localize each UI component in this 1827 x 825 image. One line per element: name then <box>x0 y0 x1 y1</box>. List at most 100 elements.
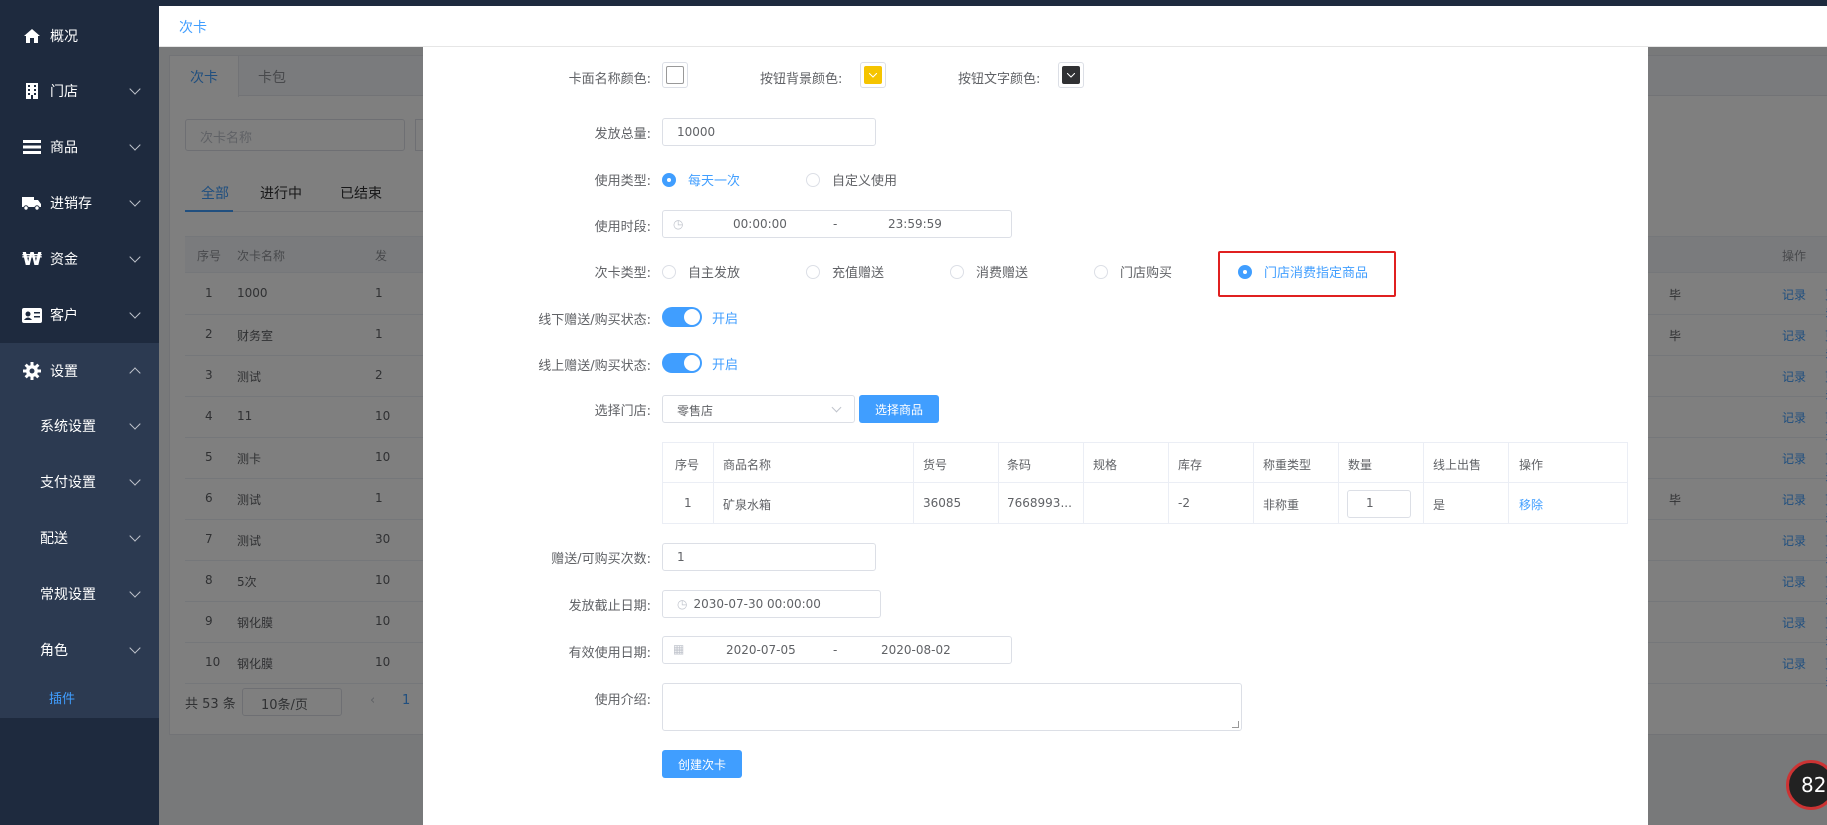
radio-dot <box>806 264 820 279</box>
column-header: 序号 <box>675 458 700 472</box>
total-input[interactable]: 10000 <box>662 118 876 146</box>
sidebar-item-label: 资金 <box>50 252 78 268</box>
offline-status-switch[interactable]: 开启 <box>662 307 738 327</box>
sidebar-item-customers[interactable]: 客户 <box>0 287 159 343</box>
card-name-color-picker[interactable] <box>662 62 688 88</box>
goods-barcode: 7668993... <box>1007 496 1072 510</box>
sidebar-subitem-label: 支付设置 <box>40 475 96 491</box>
card-type-consume-gift-radio[interactable]: 消费赠送 <box>950 262 1028 281</box>
sidebar-plugin-link[interactable]: 插件 <box>49 688 75 707</box>
sidebar-item-label: 商品 <box>50 140 78 156</box>
online-status-switch[interactable]: 开启 <box>662 353 738 373</box>
sidebar-item-goods[interactable]: 商品 <box>0 119 159 175</box>
store-label: 选择门店: <box>594 404 651 419</box>
sidebar-item-settings[interactable]: 设置 <box>0 343 159 399</box>
create-card-button[interactable]: 创建次卡 <box>662 750 742 778</box>
use-period-start: 00:00:00 <box>733 217 787 231</box>
use-period-end: 23:59:59 <box>888 217 942 231</box>
sidebar-item-label: 设置 <box>50 364 78 380</box>
table-divider <box>913 443 914 523</box>
card-name-color-label: 卡面名称颜色: <box>568 72 651 87</box>
use-type-daily-radio[interactable]: 每天一次 <box>662 170 740 189</box>
highlight-box <box>1218 251 1396 297</box>
switch-track <box>662 353 702 373</box>
card-type-recharge-gift-radio[interactable]: 充值赠送 <box>806 262 884 281</box>
card-type-self-issue-radio[interactable]: 自主发放 <box>662 262 740 281</box>
sidebar-item-inventory[interactable]: 进销存 <box>0 175 159 231</box>
sidebar-item-funds[interactable]: ₩ 资金 <box>0 231 159 287</box>
sidebar-subitem-label: 配送 <box>40 531 68 547</box>
sidebar-item-label: 门店 <box>50 84 78 100</box>
sidebar-item-label: 客户 <box>50 308 78 324</box>
total-label: 发放总量: <box>594 127 651 142</box>
card-type-label: 次卡类型: <box>594 266 651 281</box>
valid-date-range[interactable]: ▦ 2020-07-05 - 2020-08-02 <box>662 636 1012 664</box>
table-divider <box>713 443 714 523</box>
table-divider <box>998 443 999 523</box>
calendar-icon: ▦ <box>673 642 685 656</box>
color-swatch <box>666 66 684 84</box>
chevron-down-icon <box>129 307 141 319</box>
radio-dot <box>1094 264 1108 279</box>
column-header: 商品名称 <box>723 458 772 472</box>
radio-dot <box>662 264 676 279</box>
color-swatch <box>1062 66 1080 84</box>
range-separator: - <box>833 643 838 657</box>
clock-icon: ◷ <box>677 597 688 611</box>
btn-bg-color-picker[interactable] <box>860 62 886 88</box>
valid-end: 2020-08-02 <box>881 643 951 657</box>
btn-text-color-picker[interactable] <box>1058 62 1084 88</box>
table-divider <box>1253 443 1254 523</box>
switch-label: 开启 <box>712 357 739 373</box>
goods-stock: -2 <box>1178 496 1190 510</box>
table-divider <box>1168 443 1169 523</box>
home-icon <box>22 26 42 46</box>
radio-label: 每天一次 <box>688 174 741 189</box>
table-divider <box>1508 443 1509 523</box>
column-header: 规格 <box>1093 458 1118 472</box>
goods-no: 1 <box>684 496 692 510</box>
store-select[interactable]: 零售店 <box>662 395 855 423</box>
sidebar-subitem-label: 常规设置 <box>40 587 96 603</box>
times-label: 赠送/可购买次数: <box>551 552 651 567</box>
sidebar-subitem-roles[interactable]: 角色 <box>0 622 159 678</box>
radio-dot <box>662 172 676 187</box>
sidebar-subitem-system[interactable]: 系统设置 <box>0 398 159 454</box>
store-select-value: 零售店 <box>677 404 714 418</box>
intro-textarea[interactable] <box>662 683 1242 731</box>
use-period-range[interactable]: ◷ 00:00:00 - 23:59:59 <box>662 210 1012 238</box>
chevron-down-icon <box>831 402 842 413</box>
sidebar-subitem-general[interactable]: 常规设置 <box>0 566 159 622</box>
goods-online: 是 <box>1433 498 1446 512</box>
column-header: 货号 <box>923 458 948 472</box>
chevron-down-icon <box>129 83 141 95</box>
radio-label: 自主发放 <box>688 266 741 281</box>
sidebar-subitem-payment[interactable]: 支付设置 <box>0 454 159 510</box>
use-type-custom-radio[interactable]: 自定义使用 <box>806 170 897 189</box>
chevron-up-icon <box>129 367 141 379</box>
table-divider <box>1338 443 1339 523</box>
card-type-store-purchase-radio[interactable]: 门店购买 <box>1094 262 1172 281</box>
chevron-down-icon <box>129 474 141 486</box>
clock-icon: ◷ <box>673 217 684 231</box>
goods-remove-link[interactable]: 移除 <box>1519 496 1543 513</box>
won-icon: ₩ <box>22 248 42 270</box>
list-icon <box>22 137 42 157</box>
table-divider <box>1083 443 1084 523</box>
goods-qty-input[interactable]: 1 <box>1347 490 1411 518</box>
sidebar-subitem-delivery[interactable]: 配送 <box>0 510 159 566</box>
online-status-label: 线上赠送/购买状态: <box>538 359 651 374</box>
sidebar-item-stores[interactable]: 门店 <box>0 63 159 119</box>
select-goods-button[interactable]: 选择商品 <box>859 395 939 423</box>
radio-label: 门店购买 <box>1120 266 1173 281</box>
truck-icon <box>22 193 42 213</box>
page-title: 次卡 <box>179 20 207 36</box>
times-input[interactable]: 1 <box>662 543 876 571</box>
goods-name: 矿泉水箱 <box>723 498 772 512</box>
sidebar-item-overview[interactable]: 概况 <box>0 8 159 64</box>
radio-label: 充值赠送 <box>832 266 885 281</box>
column-header: 条码 <box>1007 458 1032 472</box>
chevron-down-icon <box>129 251 141 263</box>
deadline-picker[interactable]: ◷ 2030-07-30 00:00:00 <box>662 590 881 618</box>
switch-track <box>662 307 702 327</box>
